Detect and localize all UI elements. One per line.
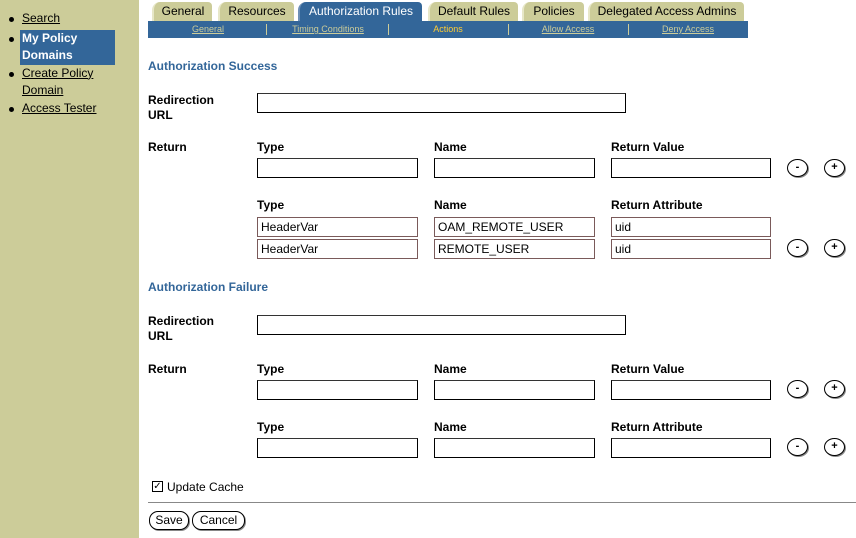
success-attr-type-header: Type: [257, 198, 285, 212]
success-section-title: Authorization Success: [148, 59, 278, 73]
failure-redirection-label: Redirection URL: [148, 314, 215, 343]
sidebar: Search My Policy Domains Create Policy D…: [0, 0, 139, 538]
success-type-header: Type: [257, 140, 285, 154]
bullet-icon: [9, 17, 14, 22]
success-attr-name-input-1[interactable]: [434, 217, 595, 237]
cancel-button[interactable]: Cancel: [192, 511, 245, 530]
bullet-icon: [9, 71, 14, 77]
failure-value-type-input[interactable]: [257, 380, 418, 400]
success-attr-type-input-1[interactable]: [257, 217, 418, 237]
failure-return-value-input[interactable]: [611, 380, 771, 400]
success-value-type-input[interactable]: [257, 158, 418, 178]
failure-type-header: Type: [257, 362, 285, 376]
failure-attr-type-input[interactable]: [257, 438, 418, 458]
bullet-icon: [9, 106, 14, 112]
sidebar-link-my-policy-domains[interactable]: My Policy Domains: [20, 29, 115, 65]
subtab-general[interactable]: General: [168, 21, 248, 38]
success-attr-name-input-2[interactable]: [434, 239, 595, 259]
failure-value-add-button[interactable]: +: [824, 380, 845, 398]
update-cache-label: Update Cache: [167, 480, 244, 494]
success-return-value-input[interactable]: [611, 158, 771, 178]
subtab-allow-access[interactable]: Allow Access: [518, 21, 618, 38]
success-redirection-label: Redirection URL: [148, 93, 215, 122]
success-attr-remove-button[interactable]: -: [787, 239, 808, 257]
failure-value-remove-button[interactable]: -: [787, 380, 808, 398]
success-attr-value-input-2[interactable]: [611, 239, 771, 259]
subtab-separator: [266, 24, 267, 35]
success-value-name-input[interactable]: [434, 158, 595, 178]
success-return-attribute-header: Return Attribute: [611, 198, 703, 212]
failure-name-header: Name: [434, 362, 467, 376]
subtab-bar: General Timing Conditions Actions Allow …: [148, 21, 748, 38]
bullet-icon: [9, 36, 14, 42]
success-return-value-header: Return Value: [611, 140, 685, 154]
failure-attr-name-header: Name: [434, 420, 467, 434]
sidebar-item-create-policy-domain[interactable]: Create Policy Domain: [0, 65, 139, 100]
success-value-remove-button[interactable]: -: [787, 159, 808, 177]
subtab-timing-conditions[interactable]: Timing Conditions: [278, 21, 378, 38]
sidebar-link-search[interactable]: Search: [22, 11, 60, 25]
success-attr-type-input-2[interactable]: [257, 239, 418, 259]
failure-return-label: Return: [148, 362, 187, 376]
failure-section-title: Authorization Failure: [148, 280, 268, 294]
subtab-separator: [508, 24, 509, 35]
tab-authorization-rules[interactable]: Authorization Rules: [298, 2, 422, 21]
success-return-label: Return: [148, 140, 187, 154]
sidebar-link-create-policy-domain[interactable]: Create Policy Domain: [22, 65, 112, 100]
failure-redirection-url-input[interactable]: [257, 315, 626, 335]
sidebar-item-search[interactable]: Search: [0, 10, 139, 28]
tab-default-rules[interactable]: Default Rules: [428, 2, 518, 21]
success-attr-name-header: Name: [434, 198, 467, 212]
failure-attr-add-button[interactable]: +: [824, 438, 845, 456]
success-name-header: Name: [434, 140, 467, 154]
failure-return-value-header: Return Value: [611, 362, 685, 376]
tab-resources[interactable]: Resources: [218, 2, 294, 21]
sidebar-nav: Search My Policy Domains Create Policy D…: [0, 10, 139, 117]
failure-attr-type-header: Type: [257, 420, 285, 434]
save-button[interactable]: Save: [149, 511, 189, 530]
success-redirection-url-input[interactable]: [257, 93, 626, 113]
failure-attr-remove-button[interactable]: -: [787, 438, 808, 456]
sidebar-item-my-policy-domains[interactable]: My Policy Domains: [0, 29, 139, 65]
sidebar-link-access-tester[interactable]: Access Tester: [22, 101, 96, 115]
tab-policies[interactable]: Policies: [522, 2, 584, 21]
subtab-separator: [628, 24, 629, 35]
update-cache-checkbox[interactable]: ✓: [152, 481, 163, 492]
failure-value-name-input[interactable]: [434, 380, 595, 400]
divider: [148, 502, 856, 503]
sidebar-item-access-tester[interactable]: Access Tester: [0, 100, 139, 118]
success-value-add-button[interactable]: +: [824, 159, 845, 177]
failure-attr-value-input[interactable]: [611, 438, 771, 458]
subtab-actions[interactable]: Actions: [398, 21, 498, 38]
subtab-deny-access[interactable]: Deny Access: [638, 21, 738, 38]
success-attr-add-button[interactable]: +: [824, 239, 845, 257]
tab-delegated-access-admins[interactable]: Delegated Access Admins: [588, 2, 744, 21]
tab-general[interactable]: General: [152, 2, 212, 21]
success-attr-value-input-1[interactable]: [611, 217, 771, 237]
failure-attr-name-input[interactable]: [434, 438, 595, 458]
subtab-separator: [388, 24, 389, 35]
failure-return-attribute-header: Return Attribute: [611, 420, 703, 434]
